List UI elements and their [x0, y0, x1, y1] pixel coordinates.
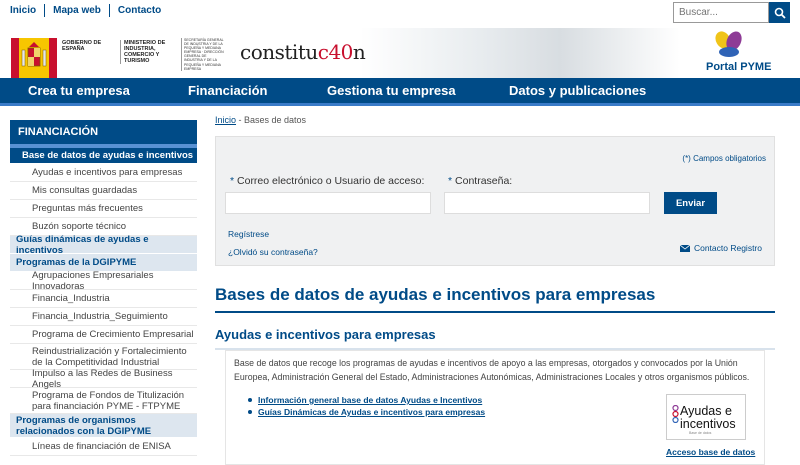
search-input[interactable]	[673, 2, 769, 23]
portal-pyme-text[interactable]: Portal PYME	[706, 61, 771, 73]
sidebar-item-ftpyme[interactable]: Programa de Fondos de Titulización para …	[10, 388, 197, 414]
sidebar-item-preguntas-frecuentes[interactable]: Preguntas más frecuentes	[10, 200, 197, 218]
ministerio-text: MINISTERIO DE INDUSTRIA, COMERCIO Y TURI…	[120, 40, 176, 64]
contact-registro-link[interactable]: Contacto Registro	[679, 243, 762, 253]
sidebar-item-business-angels[interactable]: Impulso a las Redes de Business Angels	[10, 368, 197, 390]
breadcrumb-separator: -	[236, 115, 245, 125]
nav-financiacion[interactable]: Financiación	[188, 78, 267, 103]
password-field-label: * Contraseña:	[448, 175, 512, 187]
login-panel: (*) Campos obligatorios * Correo electró…	[215, 136, 775, 266]
ayudas-incentivos-logo[interactable]: Ayudas e incentivos Base de datos	[666, 394, 746, 440]
user-input[interactable]	[225, 192, 431, 214]
sidebar-item-base-de-datos[interactable]: Base de datos de ayudas e incentivos	[10, 148, 197, 164]
search-icon	[774, 7, 786, 19]
password-input[interactable]	[444, 192, 650, 214]
portal-pyme-logo-icon[interactable]	[712, 30, 746, 60]
section-description: Base de datos que recoge los programas d…	[234, 358, 750, 382]
forgot-password-link[interactable]: ¿Olvidó su contraseña?	[228, 247, 318, 257]
page-title: Bases de datos de ayudas e incentivos pa…	[215, 285, 775, 313]
sidebar-group-organismos[interactable]: Programas de organismos relacionados con…	[10, 414, 197, 438]
user-required-asterisk: *	[230, 175, 235, 187]
top-link-contacto[interactable]: Contacto	[108, 4, 169, 17]
spain-coat-of-arms-logo	[11, 38, 57, 78]
nav-crea-tu-empresa[interactable]: Crea tu empresa	[28, 78, 130, 103]
search-box	[673, 2, 790, 23]
sidebar-group-guias-dinamicas[interactable]: Guías dinámicas de ayudas e incentivos	[10, 234, 197, 256]
info-links: Información general base de datos Ayudas…	[248, 394, 485, 418]
password-required-asterisk: *	[448, 175, 453, 187]
link-informacion-general[interactable]: Información general base de datos Ayudas…	[248, 394, 485, 406]
sidebar: FINANCIACIÓN Base de datos de ayudas e i…	[10, 120, 197, 456]
top-links: Inicio Mapa web Contacto	[10, 4, 169, 17]
top-link-inicio[interactable]: Inicio	[10, 4, 44, 17]
breadcrumb: Inicio - Bases de datos	[215, 115, 306, 125]
ayudas-logo-small-text: Base de datos	[689, 431, 712, 435]
breadcrumb-home[interactable]: Inicio	[215, 115, 236, 125]
required-fields-note: (*) Campos obligatorios	[682, 154, 766, 163]
constitucion-part-3: n	[352, 40, 366, 64]
sidebar-item-consultas-guardadas[interactable]: Mis consultas guardadas	[10, 182, 197, 200]
sidebar-item-enisa[interactable]: Líneas de financiación de ENISA	[10, 438, 197, 456]
gobierno-text: GOBIERNO DE ESPAÑA	[62, 40, 102, 52]
constitucion-40-logo: constituc40n	[240, 40, 366, 64]
site-header: GOBIERNO DE ESPAÑA MINISTERIO DE INDUSTR…	[0, 28, 800, 78]
user-field-label: * Correo electrónico o Usuario de acceso…	[230, 175, 424, 187]
ayudas-logo-mark-icon	[672, 405, 679, 423]
register-link[interactable]: Regístrese	[228, 229, 269, 239]
sidebar-item-crecimiento[interactable]: Programa de Crecimiento Empresarial	[10, 326, 197, 344]
password-label-text: Contraseña:	[455, 175, 513, 187]
nav-datos-y-publicaciones[interactable]: Datos y publicaciones	[509, 78, 646, 103]
link-guias-dinamicas[interactable]: Guías Dinámicas de Ayudas e incentivos p…	[248, 406, 485, 418]
breadcrumb-current: Bases de datos	[244, 115, 307, 125]
main-nav: Crea tu empresa Financiación Gestiona tu…	[0, 78, 800, 106]
secretaria-text: SECRETARÍA GENERAL DE INDUSTRIA Y DE LA …	[181, 38, 226, 71]
constitucion-part-1: constitu	[240, 40, 318, 64]
sidebar-item-agrupaciones[interactable]: Agrupaciones Empresariales Innovadoras	[10, 270, 197, 292]
sidebar-title: FINANCIACIÓN	[10, 120, 197, 148]
contact-registro-label: Contacto Registro	[693, 243, 762, 253]
envelope-icon	[679, 244, 690, 252]
nav-gestiona-tu-empresa[interactable]: Gestiona tu empresa	[327, 78, 456, 103]
constitucion-part-2: c40	[317, 40, 354, 64]
sidebar-item-financia-industria[interactable]: Financia_Industria	[10, 290, 197, 308]
acceso-base-datos-link[interactable]: Acceso base de datos	[666, 447, 755, 457]
sidebar-item-ayudas-empresas[interactable]: Ayudas e incentivos para empresas	[10, 164, 197, 182]
user-label-text: Correo electrónico o Usuario de acceso:	[237, 175, 425, 187]
top-link-mapa-web[interactable]: Mapa web	[44, 4, 109, 17]
section-title: Ayudas e incentivos para empresas	[215, 327, 775, 350]
sidebar-item-financia-seguimiento[interactable]: Financia_Industria_Seguimiento	[10, 308, 197, 326]
info-box: Base de datos que recoge los programas d…	[225, 350, 765, 465]
sidebar-item-reindustrializacion[interactable]: Reindustrialización y Fortalecimiento de…	[10, 344, 197, 370]
ayudas-logo-text: Ayudas e incentivos	[680, 404, 736, 431]
search-button[interactable]	[769, 2, 790, 23]
enviar-button[interactable]: Enviar	[664, 192, 717, 214]
